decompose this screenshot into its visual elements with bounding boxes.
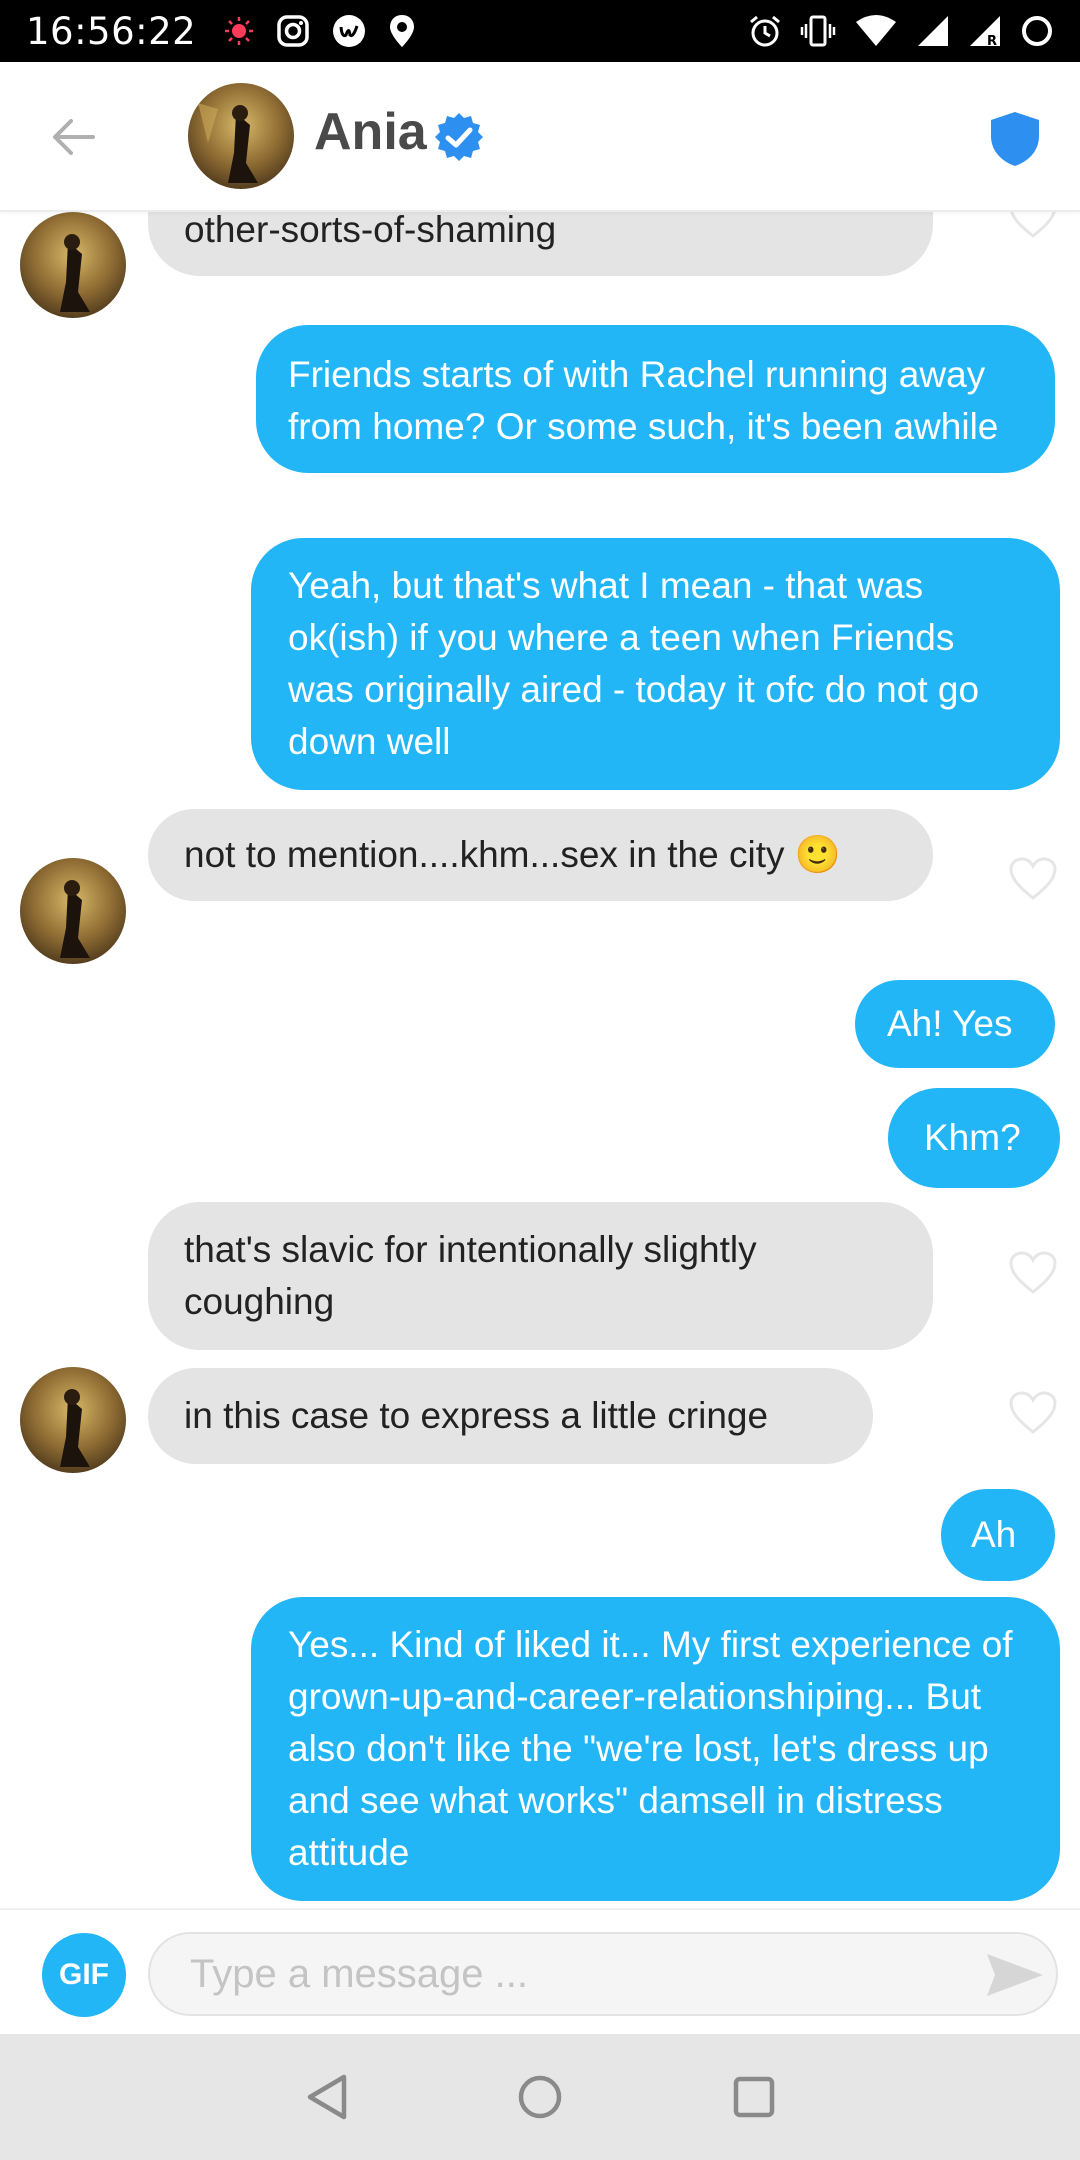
sender-avatar[interactable] (20, 858, 126, 964)
profile-avatar[interactable] (188, 83, 294, 189)
recents-square-icon (733, 2076, 775, 2118)
message-list[interactable]: too much fat shaming, gay shaming, all-o… (0, 212, 1080, 1908)
send-button[interactable] (985, 1950, 1045, 2000)
instagram-icon (277, 15, 309, 47)
sender-avatar[interactable] (20, 1367, 126, 1473)
sender-avatar[interactable] (20, 212, 126, 318)
heart-icon[interactable] (1008, 212, 1058, 240)
back-arrow-icon (53, 119, 95, 155)
nav-back-button[interactable] (294, 2065, 358, 2129)
outgoing-message: Ah! Yes (855, 980, 1055, 1068)
message-input[interactable] (148, 1932, 1058, 2016)
verified-badge-icon (435, 113, 483, 161)
chat-header: Ania (0, 62, 1080, 212)
heart-icon[interactable] (1008, 1390, 1058, 1436)
incoming-message: not to mention....khm...sex in the city … (148, 809, 933, 901)
profile-photo (188, 83, 294, 189)
outgoing-message: Ah (941, 1489, 1055, 1581)
heart-icon[interactable] (1008, 1250, 1058, 1296)
send-icon (987, 1954, 1043, 1996)
shield-icon (991, 112, 1039, 166)
chat-screen: 16:56:22 R Ania other-sorts-of-shaming F… (0, 0, 1080, 2160)
status-time: 16:56:22 (26, 9, 197, 53)
nav-recents-button[interactable] (722, 2065, 786, 2129)
incoming-message: that's slavic for intentionally slightly… (148, 1202, 933, 1350)
outgoing-message: Friends starts of with Rachel running aw… (256, 325, 1055, 473)
message-composer: GIF (0, 1908, 1080, 2034)
outgoing-message: Khm? (888, 1088, 1060, 1188)
wifi-icon (856, 15, 896, 46)
status-bar: 16:56:22 R (0, 0, 1080, 62)
app-icon (333, 15, 366, 47)
outgoing-message: Yeah, but that's what I mean - that was … (251, 538, 1060, 790)
signal-roaming-icon: R (970, 16, 1000, 48)
notification-dot-icon (225, 17, 254, 45)
alarm-icon (750, 15, 780, 47)
circle-icon (1022, 16, 1052, 46)
heart-icon[interactable] (1008, 856, 1058, 902)
signal-icon (918, 16, 948, 46)
location-icon (390, 15, 415, 47)
system-nav-bar (0, 2034, 1080, 2160)
triangle-back-icon (307, 2074, 347, 2120)
svg-text:R: R (987, 34, 997, 48)
vibrate-icon (800, 15, 836, 47)
incoming-message: too much fat shaming, gay shaming, all-o… (148, 212, 933, 276)
outgoing-message: Yes... Kind of liked it... My first expe… (251, 1597, 1060, 1901)
gif-button[interactable]: GIF (42, 1933, 126, 2017)
safety-shield-button[interactable] (985, 108, 1045, 168)
nav-home-button[interactable] (508, 2065, 572, 2129)
contact-name[interactable]: Ania (314, 102, 427, 162)
home-circle-icon (518, 2075, 562, 2119)
incoming-message: in this case to express a little cringe (148, 1368, 873, 1464)
back-button[interactable] (48, 112, 98, 162)
